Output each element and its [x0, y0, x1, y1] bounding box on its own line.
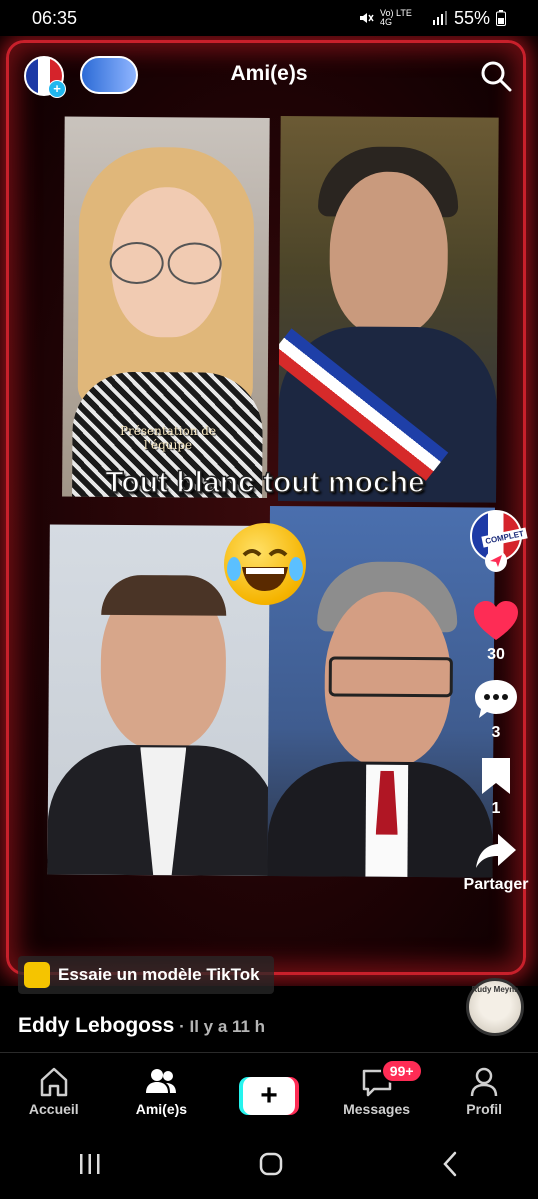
nav-home-label: Accueil	[28, 1101, 79, 1117]
laughing-emoji-icon	[224, 523, 306, 605]
home-button-icon[interactable]	[257, 1150, 285, 1178]
video-player[interactable]: Présentation de l'équipe Tout blanc tout…	[0, 36, 538, 986]
creator-badge: COMPLET	[481, 527, 528, 548]
photo-collage	[37, 104, 505, 903]
template-prompt[interactable]: Essaie un modèle TikTok	[18, 956, 274, 994]
action-rail: COMPLET 30 3 1 Partager	[464, 510, 528, 908]
follow-button[interactable]	[485, 550, 507, 572]
music-disc[interactable]: Rudy Meyns	[466, 978, 524, 1036]
comment-count: 3	[491, 724, 501, 741]
share-icon	[476, 834, 516, 868]
profile-icon	[470, 1067, 498, 1097]
video-overlay-text: Tout blanc tout moche	[105, 465, 426, 500]
plus-icon: +	[242, 1077, 295, 1115]
messages-badge: 99+	[380, 1059, 423, 1083]
recent-apps-icon[interactable]	[76, 1152, 104, 1176]
post-author-line: Eddy Lebogoss · Il y a 11 h	[18, 1014, 265, 1038]
bookmark-count: 1	[491, 800, 501, 817]
signal-icon	[432, 11, 447, 25]
creator-avatar-block[interactable]: COMPLET	[470, 510, 528, 572]
search-icon[interactable]	[480, 60, 512, 92]
like-count: 30	[487, 646, 505, 663]
top-bar: + Ami(e)s	[0, 48, 538, 104]
nav-friends-label: Ami(e)s	[135, 1101, 188, 1117]
status-icons: Vo) LTE 4G 55%	[358, 8, 506, 29]
nav-create[interactable]: +	[215, 1053, 323, 1129]
status-time: 06:35	[32, 7, 78, 28]
music-disc-label: Rudy Meyns	[471, 985, 519, 994]
nav-profile[interactable]: Profil	[430, 1053, 538, 1129]
system-nav-bar	[0, 1128, 538, 1199]
video-small-caption: Présentation de l'équipe	[119, 424, 217, 452]
nav-messages[interactable]: Messages 99+	[323, 1053, 431, 1129]
nav-friends[interactable]: Ami(e)s	[108, 1053, 216, 1129]
nav-home[interactable]: Accueil	[0, 1053, 108, 1129]
template-prompt-label: Essaie un modèle TikTok	[58, 965, 260, 984]
bookmark-icon	[482, 758, 510, 794]
back-icon[interactable]	[438, 1150, 462, 1178]
bottom-nav: Accueil Ami(e)s + Messages 99+ Profil	[0, 1052, 538, 1129]
post-time: · Il y a 11 h	[174, 1017, 266, 1036]
photo-man-sash	[278, 116, 499, 503]
mute-icon	[359, 13, 374, 23]
like-button[interactable]: 30	[473, 600, 519, 664]
battery-level: 55%	[453, 7, 490, 28]
friends-icon	[146, 1069, 177, 1093]
template-icon	[24, 962, 50, 988]
bookmark-button[interactable]: 1	[478, 756, 514, 818]
comment-icon	[475, 680, 517, 718]
heart-icon	[474, 601, 518, 640]
post-author[interactable]: Eddy Lebogoss	[18, 1014, 174, 1037]
home-icon	[40, 1067, 68, 1097]
nav-profile-label: Profil	[466, 1101, 503, 1117]
share-label: Partager	[463, 876, 529, 893]
page-title[interactable]: Ami(e)s	[0, 62, 538, 86]
share-button[interactable]: Partager	[463, 832, 529, 894]
network-label: Vo) LTE 4G	[379, 8, 412, 27]
send-icon	[490, 555, 502, 567]
battery-icon	[496, 10, 506, 26]
status-bar: 06:35 Vo) LTE 4G 55%	[0, 0, 538, 36]
create-button[interactable]: +	[238, 1077, 299, 1115]
comment-button[interactable]: 3	[473, 678, 519, 742]
nav-messages-label: Messages	[343, 1101, 411, 1117]
